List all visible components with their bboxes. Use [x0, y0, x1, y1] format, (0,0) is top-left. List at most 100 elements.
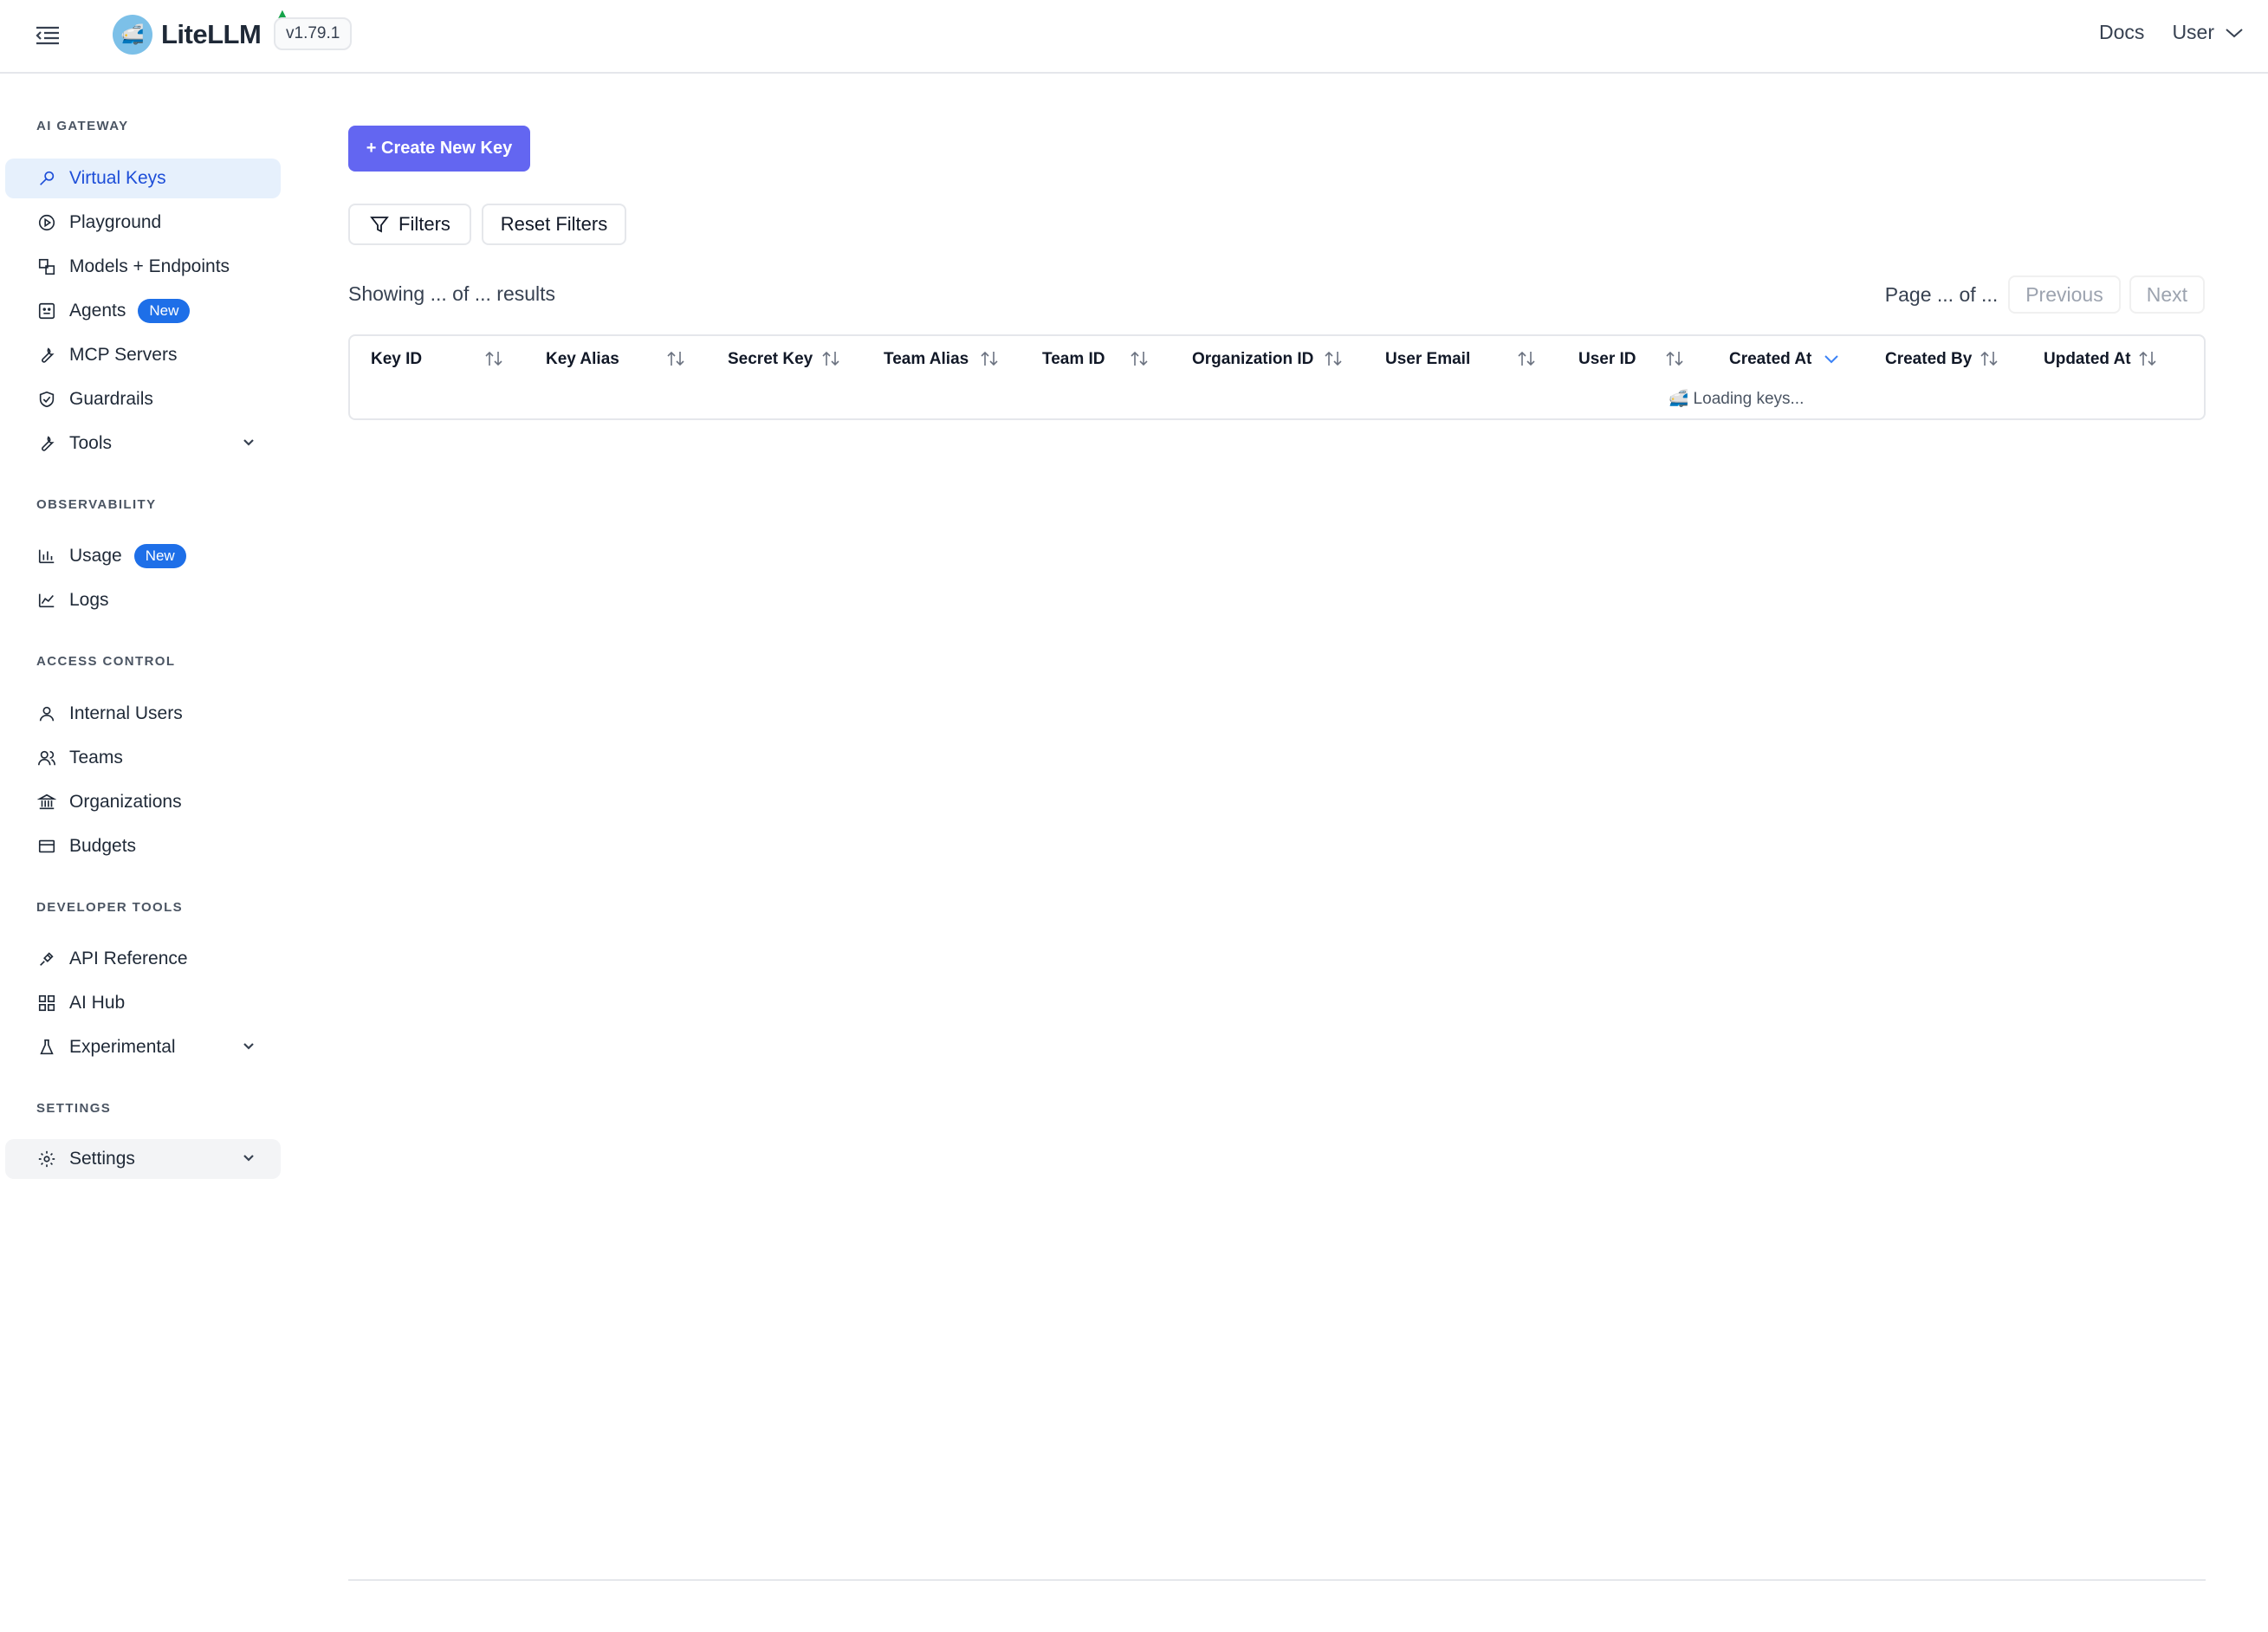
sort-icon[interactable]: [980, 348, 999, 369]
sidebar-item-logs[interactable]: Logs: [5, 580, 281, 620]
api-icon: [36, 949, 57, 969]
sidebar: AI GATEWAY Virtual Keys Playground Model…: [0, 75, 286, 1632]
sidebar-item-experimental[interactable]: Experimental: [5, 1027, 281, 1067]
logo-text: LiteLLM: [161, 19, 262, 49]
filters-button[interactable]: Filters: [348, 204, 471, 245]
column-header[interactable]: Key Alias: [546, 346, 619, 372]
sidebar-item-label: Internal Users: [69, 703, 183, 723]
sidebar-item-agents[interactable]: Agents New: [5, 291, 281, 331]
robot-icon: [36, 301, 57, 321]
tool-icon: [36, 345, 57, 366]
sidebar-item-budgets[interactable]: Budgets: [5, 826, 281, 866]
bank-icon: [36, 792, 57, 813]
column-header[interactable]: Key ID: [371, 346, 422, 372]
train-logo-icon: 🚅: [113, 15, 152, 55]
sidebar-item-label: Budgets: [69, 836, 137, 856]
sort-icon[interactable]: [1665, 348, 1684, 369]
column-header[interactable]: Created By: [1885, 346, 1972, 372]
sidebar-item-teams[interactable]: Teams: [5, 738, 281, 778]
play-circle-icon: [36, 212, 57, 233]
sidebar-item-label: MCP Servers: [69, 345, 178, 365]
sort-icon[interactable]: [484, 348, 503, 369]
chevron-down-icon: [241, 435, 256, 450]
filter-icon: [370, 217, 389, 233]
team-icon: [36, 748, 57, 768]
sidebar-item-organizations[interactable]: Organizations: [5, 782, 281, 822]
flask-icon: [36, 1037, 57, 1058]
wallet-icon: [36, 836, 57, 857]
sidebar-item-ai-hub[interactable]: AI Hub: [5, 983, 281, 1023]
chevron-down-icon: [241, 1039, 256, 1054]
keys-table: Key ID Key Alias Secret Key Team Alias T…: [348, 334, 2206, 420]
sidebar-item-label: Settings: [69, 1149, 135, 1169]
sidebar-item-internal-users[interactable]: Internal Users: [5, 694, 281, 734]
sidebar-item-api-reference[interactable]: API Reference: [5, 939, 281, 979]
section-settings: SETTINGS: [36, 1101, 112, 1116]
column-header[interactable]: Updated At: [2044, 346, 2131, 372]
wrench-icon: [36, 433, 57, 454]
sidebar-item-label: Teams: [69, 748, 123, 767]
previous-button[interactable]: Previous: [2008, 275, 2121, 314]
column-header[interactable]: Secret Key: [728, 346, 813, 372]
docs-link[interactable]: Docs: [2099, 21, 2144, 44]
column-header[interactable]: Created At: [1729, 346, 1811, 372]
section-access-control: ACCESS CONTROL: [36, 654, 176, 669]
sort-icon[interactable]: [666, 348, 685, 369]
sidebar-item-virtual-keys[interactable]: Virtual Keys: [5, 159, 281, 198]
gear-icon: [36, 1149, 57, 1169]
chevron-down-icon[interactable]: [1822, 348, 1841, 369]
grid-icon: [36, 993, 57, 1014]
column-header[interactable]: Team ID: [1042, 346, 1105, 372]
sidebar-item-settings[interactable]: Settings: [5, 1139, 281, 1179]
bar-chart-icon: [36, 546, 57, 567]
sort-icon[interactable]: [1980, 348, 1999, 369]
sort-icon[interactable]: [1130, 348, 1149, 369]
column-header[interactable]: Organization ID: [1192, 346, 1313, 372]
top-header: 🚅 LiteLLM ▲ v1.79.1 Docs User: [0, 0, 2268, 74]
sidebar-item-label: Virtual Keys: [69, 168, 166, 188]
new-badge: New: [138, 299, 191, 323]
sidebar-item-guardrails[interactable]: Guardrails: [5, 379, 281, 419]
sidebar-item-label: Logs: [69, 590, 109, 610]
sidebar-item-label: AI Hub: [69, 993, 126, 1013]
new-badge: New: [133, 544, 186, 568]
key-icon: [36, 168, 57, 189]
line-chart-icon: [36, 590, 57, 611]
page-info: Page ... of ...: [1884, 282, 1999, 306]
sort-icon[interactable]: [1517, 348, 1536, 369]
results-summary: Showing ... of ... results: [348, 282, 556, 305]
reset-filters-button[interactable]: Reset Filters: [482, 204, 626, 245]
next-button[interactable]: Next: [2129, 275, 2205, 314]
sidebar-toggle-icon[interactable]: [33, 23, 62, 49]
sidebar-item-label: Models + Endpoints: [69, 256, 230, 276]
sidebar-item-mcp-servers[interactable]: MCP Servers: [5, 335, 281, 375]
user-label: User: [2172, 21, 2214, 43]
logo[interactable]: 🚅 LiteLLM: [113, 15, 262, 55]
sidebar-item-label: API Reference: [69, 949, 188, 968]
sidebar-item-label: Agents: [69, 301, 126, 321]
user-icon: [36, 703, 57, 724]
shield-check-icon: [36, 389, 57, 410]
sidebar-item-models-endpoints[interactable]: Models + Endpoints: [5, 247, 281, 287]
sidebar-item-label: Tools: [69, 433, 113, 453]
sort-icon[interactable]: [2138, 348, 2157, 369]
sort-icon[interactable]: [1324, 348, 1343, 369]
sort-icon[interactable]: [821, 348, 840, 369]
create-new-key-button[interactable]: + Create New Key: [348, 126, 530, 172]
column-header[interactable]: User ID: [1578, 346, 1636, 372]
user-menu[interactable]: User: [2172, 21, 2244, 44]
column-header[interactable]: Team Alias: [884, 346, 969, 372]
sidebar-item-usage[interactable]: Usage New: [5, 536, 281, 576]
sidebar-item-label: Experimental: [69, 1037, 176, 1057]
column-header[interactable]: User Email: [1385, 346, 1470, 372]
divider: [348, 1579, 2206, 1581]
chevron-down-icon: [2226, 28, 2243, 37]
column-header-cutoff: |: [2204, 346, 2206, 372]
blocks-icon: [36, 256, 57, 277]
sidebar-item-label: Guardrails: [69, 389, 153, 409]
section-ai-gateway: AI GATEWAY: [36, 119, 129, 133]
sidebar-item-tools[interactable]: Tools: [5, 424, 281, 463]
pagination: Page ... of ... Previous Next: [1885, 275, 2205, 314]
sidebar-item-playground[interactable]: Playground: [5, 203, 281, 243]
sidebar-item-label: Usage: [69, 546, 122, 566]
